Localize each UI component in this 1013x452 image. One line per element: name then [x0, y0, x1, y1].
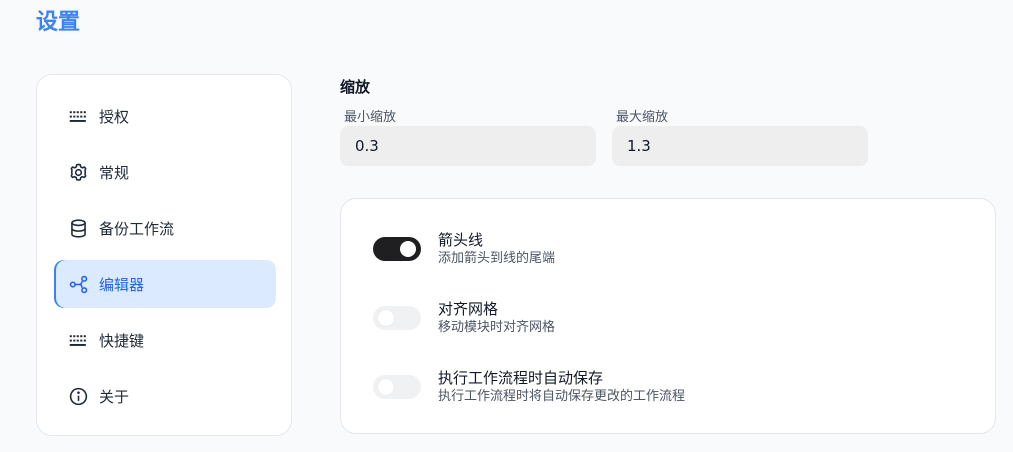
sidebar-item-backup[interactable]: 备份工作流	[54, 204, 276, 252]
setting-description: 执行工作流程时将自动保存更改的工作流程	[438, 389, 686, 404]
setting-title: 对齐网格	[438, 300, 499, 318]
toggle-knob	[378, 378, 394, 395]
sidebar-item-shortcuts[interactable]: 快捷键	[54, 316, 276, 364]
toggle-knob	[378, 309, 394, 326]
arrow-line-toggle[interactable]	[373, 236, 421, 261]
sidebar-item-label: 常规	[99, 163, 130, 182]
database-icon	[67, 217, 89, 239]
max-zoom-input[interactable]	[612, 126, 868, 166]
sidebar-item-auth[interactable]: 授权	[54, 92, 276, 140]
sidebar-item-general[interactable]: 常规	[54, 148, 276, 196]
sidebar-item-label: 关于	[99, 387, 130, 406]
setting-description: 添加箭头到线的尾端	[438, 251, 556, 266]
keyboard-icon	[67, 105, 89, 127]
settings-sidebar: 授权 常规 备份工作流 编辑器 快捷键 关于	[36, 74, 292, 436]
sidebar-item-label: 编辑器	[99, 275, 145, 294]
setting-text: 对齐网格 移动模块时对齐网格	[438, 299, 555, 336]
sidebar-item-about[interactable]: 关于	[54, 372, 276, 420]
editor-settings-card: 箭头线 添加箭头到线的尾端 对齐网格 移动模块时对齐网格 执行工作流程时自动保存…	[340, 198, 996, 434]
setting-text: 箭头线 添加箭头到线的尾端	[438, 230, 555, 267]
gear-icon	[67, 161, 89, 183]
setting-title: 执行工作流程时自动保存	[438, 369, 604, 387]
max-zoom-label: 最大缩放	[616, 110, 669, 125]
setting-description: 移动模块时对齐网格	[438, 320, 556, 335]
setting-snap-grid: 对齐网格 移动模块时对齐网格	[373, 299, 555, 336]
sidebar-item-editor[interactable]: 编辑器	[54, 260, 276, 308]
page-title: 设置	[36, 10, 81, 35]
setting-arrow-line: 箭头线 添加箭头到线的尾端	[373, 230, 555, 267]
sidebar-item-label: 授权	[99, 107, 130, 126]
setting-text: 执行工作流程时自动保存 执行工作流程时将自动保存更改的工作流程	[438, 368, 685, 405]
keyboard-icon	[67, 329, 89, 351]
autosave-toggle[interactable]	[373, 374, 421, 399]
zoom-section-title: 缩放	[340, 78, 371, 96]
min-zoom-label: 最小缩放	[344, 110, 397, 125]
info-circle-icon	[67, 385, 89, 407]
toggle-knob	[400, 240, 416, 257]
snap-grid-toggle[interactable]	[373, 305, 421, 330]
setting-autosave: 执行工作流程时自动保存 执行工作流程时将自动保存更改的工作流程	[373, 368, 685, 405]
min-zoom-input[interactable]	[340, 126, 596, 166]
setting-title: 箭头线	[438, 231, 484, 249]
sidebar-item-label: 快捷键	[99, 331, 145, 350]
sidebar-item-label: 备份工作流	[99, 219, 175, 238]
share-nodes-icon	[67, 273, 89, 295]
